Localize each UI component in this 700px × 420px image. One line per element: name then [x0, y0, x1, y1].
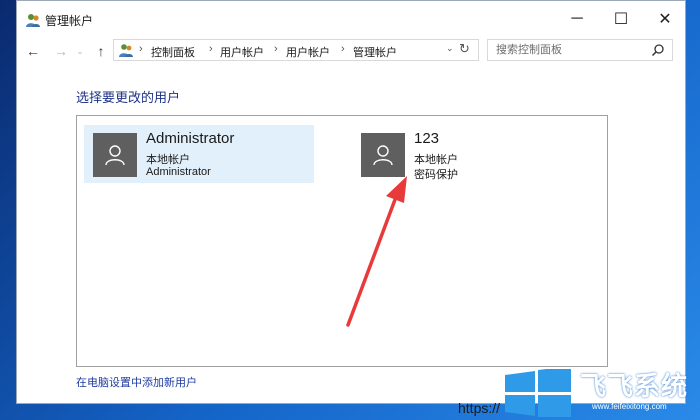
manage-accounts-window: 管理帐户 ─ ☐ ✕ ← → ⌄ ↑ › 控制面板 › 用户帐户 › 用户帐户 …	[16, 0, 686, 404]
user-accounts-icon	[26, 14, 40, 27]
search-box[interactable]	[487, 39, 673, 61]
breadcrumb-control-panel[interactable]: 控制面板	[151, 44, 195, 60]
breadcrumb-separator: ›	[341, 43, 345, 55]
account-name: 123	[414, 130, 440, 147]
watermark-url: https://	[458, 400, 501, 416]
breadcrumb-separator: ›	[139, 43, 143, 55]
breadcrumb-separator: ›	[274, 43, 278, 55]
add-user-link[interactable]: 在电脑设置中添加新用户	[76, 374, 197, 390]
account-type: 本地帐户	[146, 154, 190, 166]
account-detail: Administrator	[146, 166, 211, 178]
account-detail: 密码保护	[414, 169, 458, 181]
account-type: 本地帐户	[414, 154, 458, 166]
search-input[interactable]	[488, 40, 656, 60]
up-button[interactable]: ↑	[91, 41, 111, 61]
forward-button[interactable]: →	[51, 41, 71, 61]
title-bar[interactable]: 管理帐户 ─ ☐ ✕	[17, 1, 685, 37]
breadcrumb-manage-accounts[interactable]: 管理帐户	[353, 44, 397, 60]
account-123[interactable]: 123 本地帐户 密码保护	[352, 125, 582, 183]
accounts-panel: Administrator 本地帐户 Administrator 123 本地帐…	[76, 115, 608, 367]
window-title: 管理帐户	[45, 14, 94, 28]
search-icon[interactable]	[651, 43, 665, 57]
breadcrumb-user-accounts[interactable]: 用户帐户	[220, 44, 264, 60]
refresh-icon[interactable]: ↻	[459, 41, 470, 57]
page-title: 选择要更改的用户	[76, 90, 181, 105]
address-dropdown-icon[interactable]: ⌄	[446, 43, 454, 54]
minimize-button[interactable]: ─	[555, 1, 599, 37]
user-silhouette-icon	[361, 133, 405, 177]
watermark-text: 飞飞系统	[580, 371, 689, 401]
address-bar: ← → ⌄ ↑ › 控制面板 › 用户帐户 › 用户帐户 › 管理帐户 ⌄ ↻	[17, 37, 685, 65]
back-button[interactable]: ←	[23, 41, 43, 61]
windows-logo	[505, 369, 571, 417]
watermark-url-small: www.feifeixitong.com	[592, 402, 667, 411]
breadcrumb-separator: ›	[209, 43, 213, 55]
recent-locations-button[interactable]: ⌄	[73, 41, 87, 61]
user-accounts-icon	[119, 44, 133, 57]
user-silhouette-icon	[93, 133, 137, 177]
maximize-button[interactable]: ☐	[599, 1, 643, 37]
account-name: Administrator	[146, 130, 235, 147]
breadcrumb[interactable]: › 控制面板 › 用户帐户 › 用户帐户 › 管理帐户 ⌄ ↻	[113, 39, 479, 61]
close-button[interactable]: ✕	[643, 1, 687, 37]
account-administrator[interactable]: Administrator 本地帐户 Administrator	[84, 125, 314, 183]
breadcrumb-user-accounts-sub[interactable]: 用户帐户	[286, 44, 330, 60]
